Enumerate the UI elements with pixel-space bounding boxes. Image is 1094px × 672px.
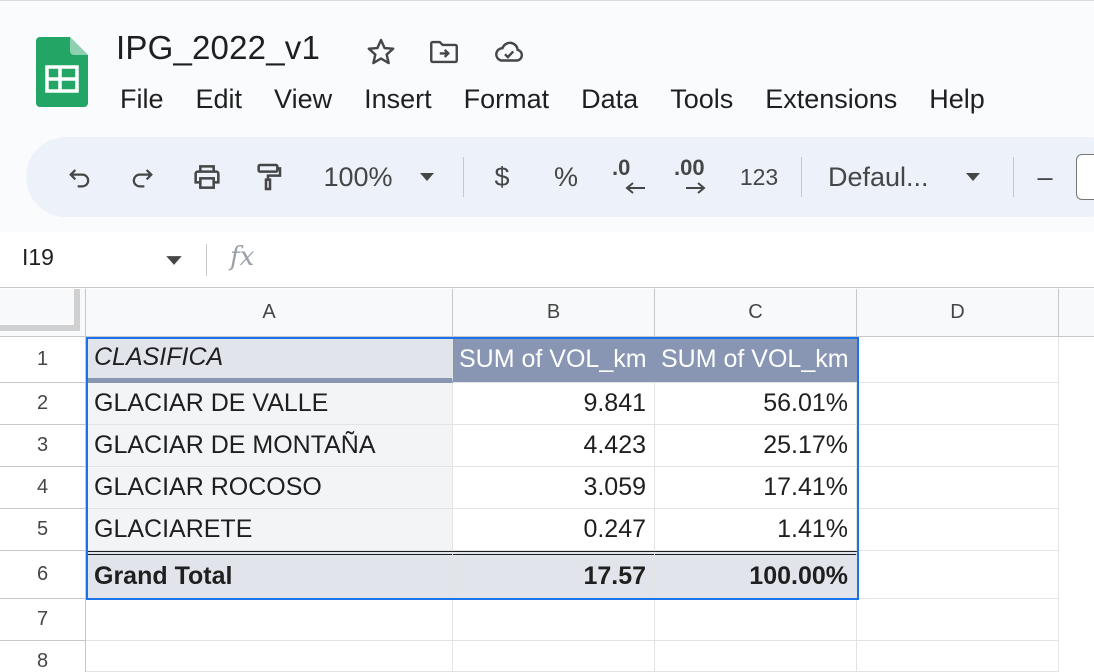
toolbar-divider [801, 157, 802, 197]
menu-tools[interactable]: Tools [654, 79, 749, 119]
row-header-3[interactable]: 3 [0, 425, 86, 467]
row-header-4[interactable]: 4 [0, 467, 86, 509]
increase-decimal-icon: .00 [670, 153, 720, 201]
empty-cell[interactable] [86, 641, 453, 672]
menu-edit[interactable]: Edit [180, 79, 259, 119]
font-size-input[interactable] [1076, 154, 1094, 200]
pivot-header-sum-vol-percent[interactable]: SUM of VOL_km [655, 337, 857, 383]
pivot-row-label[interactable]: GLACIAR DE MONTAÑA [86, 425, 453, 467]
name-box[interactable]: I19 [22, 244, 54, 271]
document-title[interactable]: IPG_2022_v1 [116, 29, 320, 67]
pivot-percent-cell[interactable]: 25.17% [655, 425, 857, 467]
print-icon [194, 165, 220, 189]
toolbar: 100% $ % .0 .00 123 Defaul... – [26, 137, 1094, 217]
pivot-header-sum-vol[interactable]: SUM of VOL_km [453, 337, 655, 383]
decrease-font-size-button[interactable]: – [1030, 137, 1060, 217]
empty-cell[interactable] [857, 467, 1059, 509]
increase-decimal-button[interactable]: .00 [670, 137, 720, 217]
empty-cell[interactable] [857, 599, 1059, 641]
menu-data[interactable]: Data [565, 79, 654, 119]
currency-format-button[interactable]: $ [486, 137, 518, 217]
column-header-c[interactable]: C [655, 289, 857, 337]
print-button[interactable] [186, 137, 228, 217]
toolbar-divider [463, 157, 464, 197]
select-all-corner[interactable] [0, 289, 86, 337]
grand-total-label[interactable]: Grand Total [86, 551, 453, 599]
pivot-value-cell[interactable]: 9.841 [453, 383, 655, 425]
pivot-value-cell[interactable]: 3.059 [453, 467, 655, 509]
spreadsheet-grid: A B C D 1 2 3 4 5 6 7 8 CLASIFICA SUM of… [0, 289, 1094, 672]
pivot-header-clasifica[interactable]: CLASIFICA [86, 337, 453, 383]
zoom-dropdown-button[interactable] [414, 137, 440, 217]
formula-bar-divider [206, 244, 207, 276]
top-bar: IPG_2022_v1 File Edit View Insert Format… [0, 0, 1094, 232]
decrease-decimal-button[interactable]: .0 [608, 137, 652, 217]
chevron-down-icon [420, 173, 434, 181]
freeze-row-handle[interactable] [0, 325, 80, 331]
chevron-down-icon[interactable] [165, 255, 183, 266]
sheets-logo-icon[interactable] [36, 37, 88, 107]
move-to-folder-icon[interactable] [427, 35, 461, 69]
empty-cell[interactable] [857, 383, 1059, 425]
menu-insert[interactable]: Insert [348, 79, 448, 119]
cloud-saved-icon[interactable] [492, 35, 526, 69]
menu-file[interactable]: File [104, 79, 180, 119]
pivot-row-label[interactable]: GLACIARETE [86, 509, 453, 551]
row-header-2[interactable]: 2 [0, 383, 86, 425]
menu-extensions[interactable]: Extensions [749, 79, 913, 119]
pivot-percent-cell[interactable]: 1.41% [655, 509, 857, 551]
pivot-value-cell[interactable]: 4.423 [453, 425, 655, 467]
fx-icon: fx [230, 242, 255, 272]
grand-total-percent[interactable]: 100.00% [655, 551, 857, 599]
empty-cell[interactable] [857, 425, 1059, 467]
empty-cell[interactable] [857, 509, 1059, 551]
row-header-7[interactable]: 7 [0, 599, 86, 641]
redo-icon [132, 169, 153, 188]
formula-bar: I19 fx [0, 232, 1094, 288]
menu-view[interactable]: View [258, 79, 348, 119]
menu-bar: File Edit View Insert Format Data Tools … [104, 79, 1001, 119]
column-header-d[interactable]: D [857, 289, 1059, 337]
row-header-6[interactable]: 6 [0, 551, 86, 599]
paint-format-icon [257, 163, 282, 191]
percent-format-button[interactable]: % [548, 137, 584, 217]
row-header-1[interactable]: 1 [0, 337, 86, 383]
pivot-row-label[interactable]: GLACIAR ROCOSO [86, 467, 453, 509]
empty-cell[interactable] [453, 599, 655, 641]
empty-cell[interactable] [86, 599, 453, 641]
grand-total-value[interactable]: 17.57 [453, 551, 655, 599]
redo-button[interactable] [122, 137, 162, 217]
pivot-value-cell[interactable]: 0.247 [453, 509, 655, 551]
formula-input[interactable] [280, 240, 1080, 280]
empty-cell[interactable] [857, 641, 1059, 672]
paint-format-button[interactable] [248, 137, 288, 217]
menu-help[interactable]: Help [913, 79, 1001, 119]
row-header-5[interactable]: 5 [0, 509, 86, 551]
zoom-select[interactable]: 100% [318, 137, 398, 217]
empty-cell[interactable] [857, 551, 1059, 599]
star-icon[interactable] [364, 35, 398, 69]
empty-cell[interactable] [655, 599, 857, 641]
pivot-percent-cell[interactable]: 17.41% [655, 467, 857, 509]
font-dropdown-button[interactable] [960, 137, 986, 217]
empty-cell[interactable] [655, 641, 857, 672]
pivot-row-label[interactable]: GLACIAR DE VALLE [86, 383, 453, 425]
pivot-percent-cell[interactable]: 56.01% [655, 383, 857, 425]
empty-cell[interactable] [453, 641, 655, 672]
decrease-decimal-icon: .0 [608, 153, 652, 201]
empty-cell[interactable] [857, 337, 1059, 383]
menu-format[interactable]: Format [448, 79, 566, 119]
undo-button[interactable] [60, 137, 100, 217]
row-header-8[interactable]: 8 [0, 641, 86, 672]
undo-icon [69, 169, 90, 188]
chevron-down-icon [966, 173, 980, 181]
font-select[interactable]: Defaul... [828, 137, 944, 217]
column-header-a[interactable]: A [86, 289, 453, 337]
column-header-b[interactable]: B [453, 289, 655, 337]
toolbar-divider [1013, 157, 1014, 197]
column-header-e[interactable] [1059, 289, 1094, 337]
more-formats-button[interactable]: 123 [736, 137, 782, 217]
